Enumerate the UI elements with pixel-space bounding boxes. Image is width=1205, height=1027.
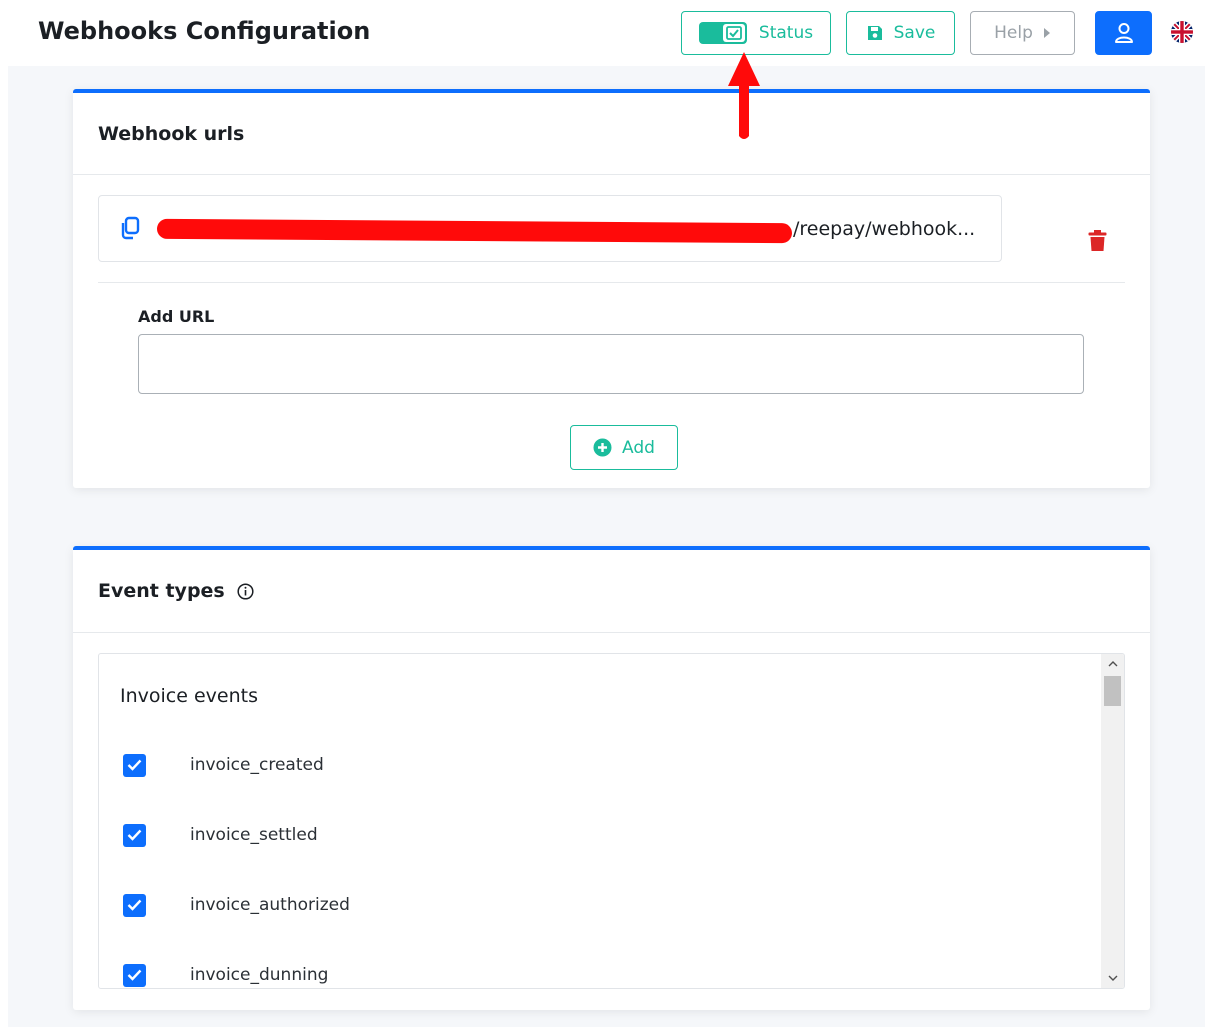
event-types-title: Event types <box>98 580 225 602</box>
add-url-button[interactable]: Add <box>570 425 678 470</box>
save-label: Save <box>893 22 936 43</box>
event-group-title: Invoice events <box>120 685 258 707</box>
webhook-urls-header: Webhook urls <box>73 93 1150 175</box>
event-label: invoice_settled <box>190 825 318 845</box>
save-button[interactable]: Save <box>846 11 955 55</box>
event-list: Invoice events invoice_created invoice_s… <box>98 653 1125 989</box>
trash-icon[interactable] <box>1088 230 1107 256</box>
user-icon <box>1114 22 1134 44</box>
event-item[interactable]: invoice_settled <box>123 823 318 847</box>
info-circle-icon[interactable] <box>237 582 254 600</box>
header: Webhooks Configuration Status Save Help <box>0 0 1205 66</box>
event-item[interactable]: invoice_authorized <box>123 893 350 917</box>
copy-icon[interactable] <box>119 216 141 244</box>
webhook-url-row: /reepay/webhook... <box>98 195 1002 262</box>
status-toggle[interactable] <box>698 22 747 44</box>
event-label: invoice_created <box>190 755 324 775</box>
divider <box>98 282 1125 283</box>
add-url-label: Add URL <box>138 307 215 326</box>
status-toggle-button[interactable]: Status <box>681 11 831 55</box>
event-label: invoice_dunning <box>190 965 329 985</box>
event-label: invoice_authorized <box>190 895 350 915</box>
event-item[interactable]: invoice_dunning <box>123 963 328 987</box>
scrollbar[interactable] <box>1101 654 1124 988</box>
event-types-card: Event types Invoice events invoice_creat… <box>73 546 1150 1010</box>
status-label: Status <box>758 22 814 43</box>
caret-right-icon <box>1043 27 1051 39</box>
help-button[interactable]: Help <box>970 11 1075 55</box>
floppy-disk-icon <box>866 24 884 42</box>
user-menu-button[interactable] <box>1095 11 1152 55</box>
event-checkbox[interactable] <box>123 753 146 777</box>
event-checkbox[interactable] <box>123 823 146 847</box>
annotation-arrow <box>724 50 764 142</box>
toggle-check-icon <box>722 24 745 42</box>
event-types-header: Event types <box>73 550 1150 633</box>
event-checkbox[interactable] <box>123 893 146 917</box>
event-item[interactable]: invoice_created <box>123 753 324 777</box>
uk-flag-icon[interactable] <box>1170 20 1194 44</box>
webhook-urls-title: Webhook urls <box>98 122 245 145</box>
webhook-urls-card: Webhook urls /reepay/webhook... Add URL … <box>73 89 1150 488</box>
add-button-label: Add <box>622 437 655 458</box>
page-title: Webhooks Configuration <box>38 17 371 45</box>
scroll-thumb[interactable] <box>1104 676 1121 706</box>
add-url-input[interactable] <box>138 334 1084 394</box>
redaction-mark <box>156 218 793 244</box>
chevron-up-icon[interactable] <box>1101 654 1124 674</box>
webhook-url-text: /reepay/webhook... <box>793 218 976 240</box>
chevron-down-icon[interactable] <box>1101 968 1124 988</box>
help-label: Help <box>994 22 1033 43</box>
event-checkbox[interactable] <box>123 963 146 987</box>
plus-circle-icon <box>593 438 612 457</box>
